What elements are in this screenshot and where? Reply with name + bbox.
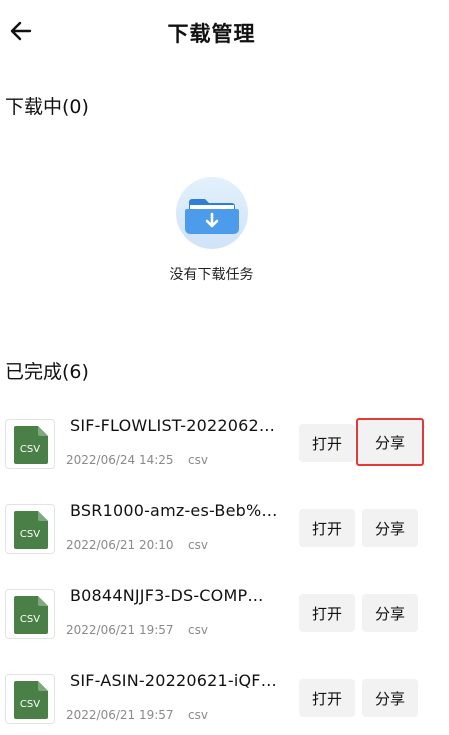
file-type: csv: [188, 708, 208, 722]
app-header: 下载管理: [0, 0, 449, 66]
open-button[interactable]: 打开: [299, 424, 355, 462]
list-item[interactable]: CSV SIF-FLOWLIST-2022062… 2022/06/24 14:…: [0, 410, 449, 480]
empty-state-text: 没有下载任务: [169, 267, 254, 283]
svg-text:CSV: CSV: [20, 529, 40, 540]
share-button[interactable]: 分享: [362, 594, 418, 632]
list-item[interactable]: CSV SIF-ASIN-20220621-iQF… 2022/06/21 19…: [0, 665, 449, 735]
file-name: B0844NJJF3-DS-COMP…: [70, 586, 264, 605]
file-type: csv: [188, 453, 208, 467]
list-item[interactable]: CSV B0844NJJF3-DS-COMP… 2022/06/21 19:57…: [0, 580, 449, 650]
folder-download-icon: [175, 177, 248, 249]
file-type: csv: [188, 623, 208, 637]
file-date: 2022/06/21 19:57: [66, 623, 174, 637]
file-date: 2022/06/21 19:57: [66, 708, 174, 722]
svg-text:CSV: CSV: [20, 444, 40, 455]
page-title: 下载管理: [167, 22, 256, 46]
file-date: 2022/06/24 14:25: [66, 453, 174, 467]
share-button[interactable]: 分享: [362, 509, 418, 547]
svg-text:CSV: CSV: [20, 614, 40, 625]
downloading-section-title: 下载中(0): [5, 96, 89, 118]
list-item[interactable]: CSV BSR1000-amz-es-Beb%… 2022/06/21 20:1…: [0, 495, 449, 565]
open-button[interactable]: 打开: [299, 509, 355, 547]
csv-file-icon: CSV: [5, 589, 55, 639]
file-name: SIF-ASIN-20220621-iQF…: [70, 671, 277, 690]
svg-text:CSV: CSV: [20, 699, 40, 710]
file-type: csv: [188, 538, 208, 552]
completed-section-title: 已完成(6): [5, 361, 89, 383]
file-name: SIF-FLOWLIST-2022062…: [70, 416, 276, 435]
file-name: BSR1000-amz-es-Beb%…: [70, 501, 278, 520]
csv-file-icon: CSV: [5, 504, 55, 554]
csv-file-icon: CSV: [5, 674, 55, 724]
share-button[interactable]: 分享: [362, 679, 418, 717]
empty-state: 没有下载任务: [0, 176, 423, 284]
csv-file-icon: CSV: [5, 419, 55, 469]
open-button[interactable]: 打开: [299, 594, 355, 632]
open-button[interactable]: 打开: [299, 679, 355, 717]
share-button[interactable]: 分享: [356, 418, 424, 466]
file-date: 2022/06/21 20:10: [66, 538, 174, 552]
